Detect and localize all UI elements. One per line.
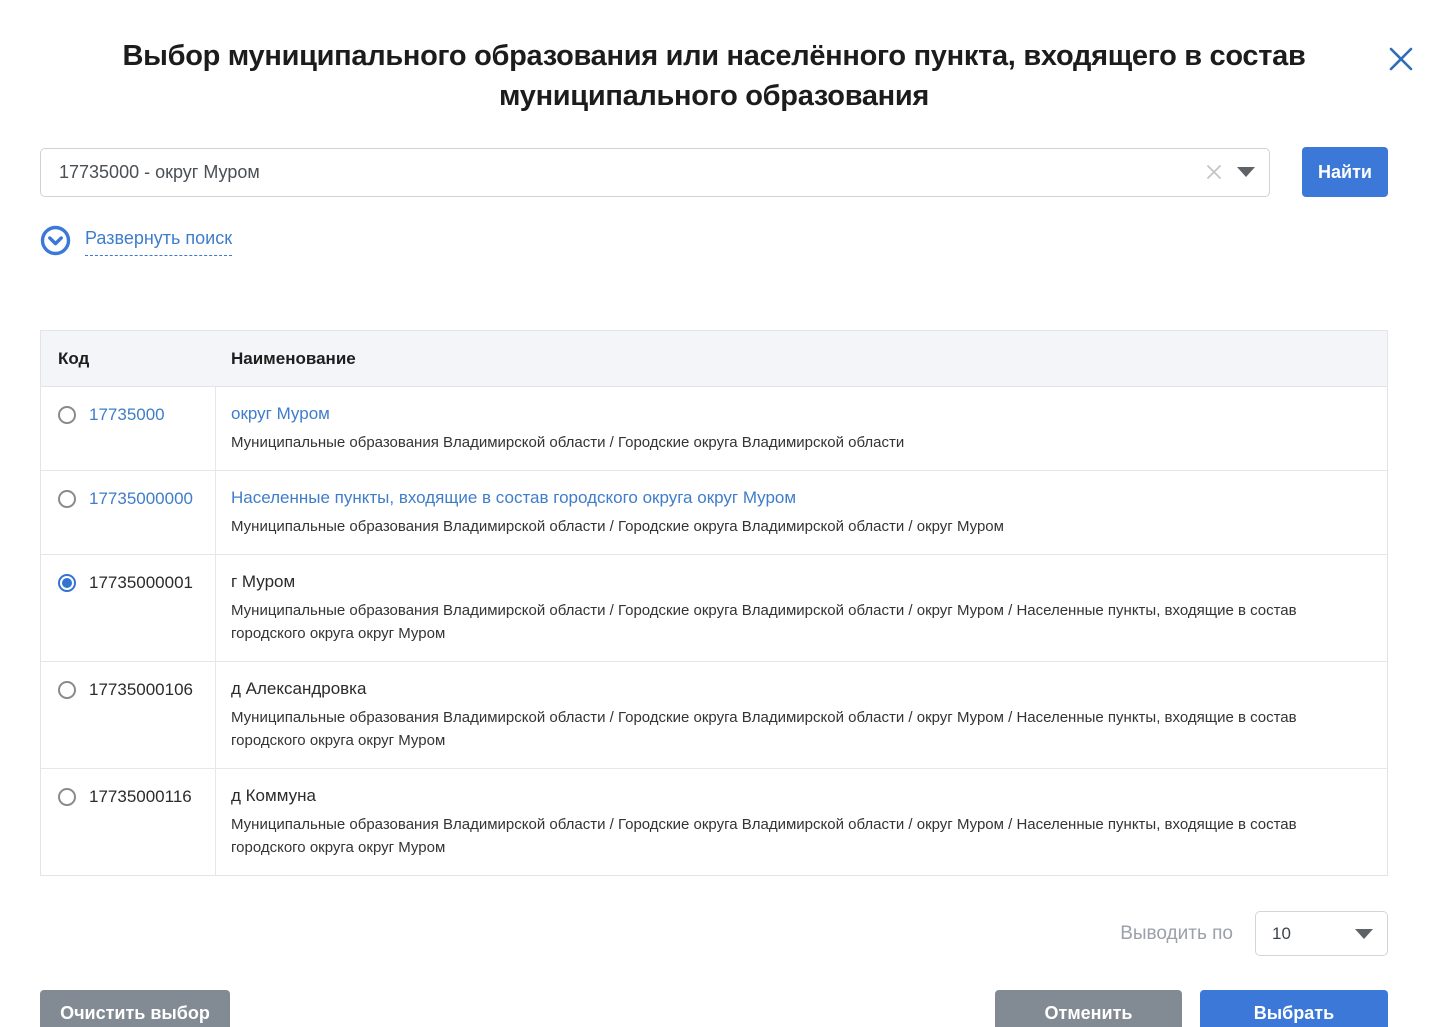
cancel-button[interactable]: Отменить (995, 990, 1182, 1027)
name-cell: округ Муром Муниципальные образования Вл… (216, 387, 1387, 470)
search-bar: Найти (40, 147, 1388, 197)
name-cell: Населенные пункты, входящие в состав гор… (216, 471, 1387, 554)
name-link[interactable]: Населенные пункты, входящие в состав гор… (231, 487, 1297, 508)
code-link[interactable]: 17735000000 (89, 489, 193, 509)
code-link[interactable]: 17735000 (89, 405, 165, 425)
name-text: д Александровка (231, 678, 1297, 699)
expand-search-link[interactable]: Развернуть поиск (85, 228, 232, 256)
code-text: 17735000116 (89, 787, 192, 807)
name-link[interactable]: округ Муром (231, 403, 1297, 424)
table-row: 17735000001 г Муром Муниципальные образо… (41, 555, 1387, 662)
clear-icon[interactable] (1205, 163, 1223, 181)
code-text: 17735000001 (89, 573, 193, 593)
column-header-name: Наименование (216, 349, 356, 369)
table-row: 17735000106 д Александровка Муниципальны… (41, 662, 1387, 769)
name-text: г Муром (231, 571, 1297, 592)
results-table: Код Наименование 17735000 округ Муром Му… (40, 330, 1388, 876)
hierarchy-path: Муниципальные образования Владимирской о… (231, 599, 1297, 645)
table-header: Код Наименование (41, 331, 1387, 387)
expand-search-row: Развернуть поиск (40, 225, 1388, 256)
name-cell: г Муром Муниципальные образования Владим… (216, 555, 1387, 661)
table-row: 17735000 округ Муром Муниципальные образ… (41, 387, 1387, 471)
municipality-selection-dialog: Выбор муниципального образования или нас… (0, 36, 1430, 1027)
column-header-code: Код (41, 349, 216, 369)
page-size-select[interactable]: 10 (1255, 911, 1388, 956)
code-cell: 17735000106 (41, 662, 216, 768)
hierarchy-path: Муниципальные образования Владимирской о… (231, 515, 1297, 538)
page-size-label: Выводить по (1120, 923, 1233, 945)
code-cell: 17735000 (41, 387, 216, 470)
hierarchy-path: Муниципальные образования Владимирской о… (231, 431, 1297, 454)
name-text: д Коммуна (231, 785, 1297, 806)
hierarchy-path: Муниципальные образования Владимирской о… (231, 706, 1297, 752)
code-cell: 17735000116 (41, 769, 216, 875)
code-text: 17735000106 (89, 680, 193, 700)
chevron-down-circle-icon[interactable] (40, 225, 71, 256)
table-row: 17735000116 д Коммуна Муниципальные обра… (41, 769, 1387, 875)
radio-button[interactable] (58, 681, 76, 699)
find-button[interactable]: Найти (1302, 147, 1388, 197)
code-cell: 17735000000 (41, 471, 216, 554)
dialog-footer: Очистить выбор Отменить Выбрать (40, 990, 1388, 1027)
name-cell: д Коммуна Муниципальные образования Влад… (216, 769, 1387, 875)
clear-selection-button[interactable]: Очистить выбор (40, 990, 230, 1027)
close-icon[interactable] (1384, 42, 1418, 76)
radio-button[interactable] (58, 406, 76, 424)
radio-button[interactable] (58, 788, 76, 806)
radio-button-selected[interactable] (58, 574, 76, 592)
select-caret-icon (1355, 929, 1373, 939)
code-cell: 17735000001 (41, 555, 216, 661)
name-cell: д Александровка Муниципальные образовани… (216, 662, 1387, 768)
select-button[interactable]: Выбрать (1200, 990, 1388, 1027)
page-size-value: 10 (1272, 924, 1291, 944)
radio-button[interactable] (58, 490, 76, 508)
table-row: 17735000000 Населенные пункты, входящие … (41, 471, 1387, 555)
page-title: Выбор муниципального образования или нас… (54, 36, 1374, 116)
dropdown-caret-icon[interactable] (1237, 167, 1255, 177)
pagination-bar: Выводить по 10 (40, 911, 1388, 956)
search-input[interactable] (41, 149, 1269, 196)
municipality-combobox[interactable] (40, 148, 1270, 197)
hierarchy-path: Муниципальные образования Владимирской о… (231, 813, 1297, 859)
